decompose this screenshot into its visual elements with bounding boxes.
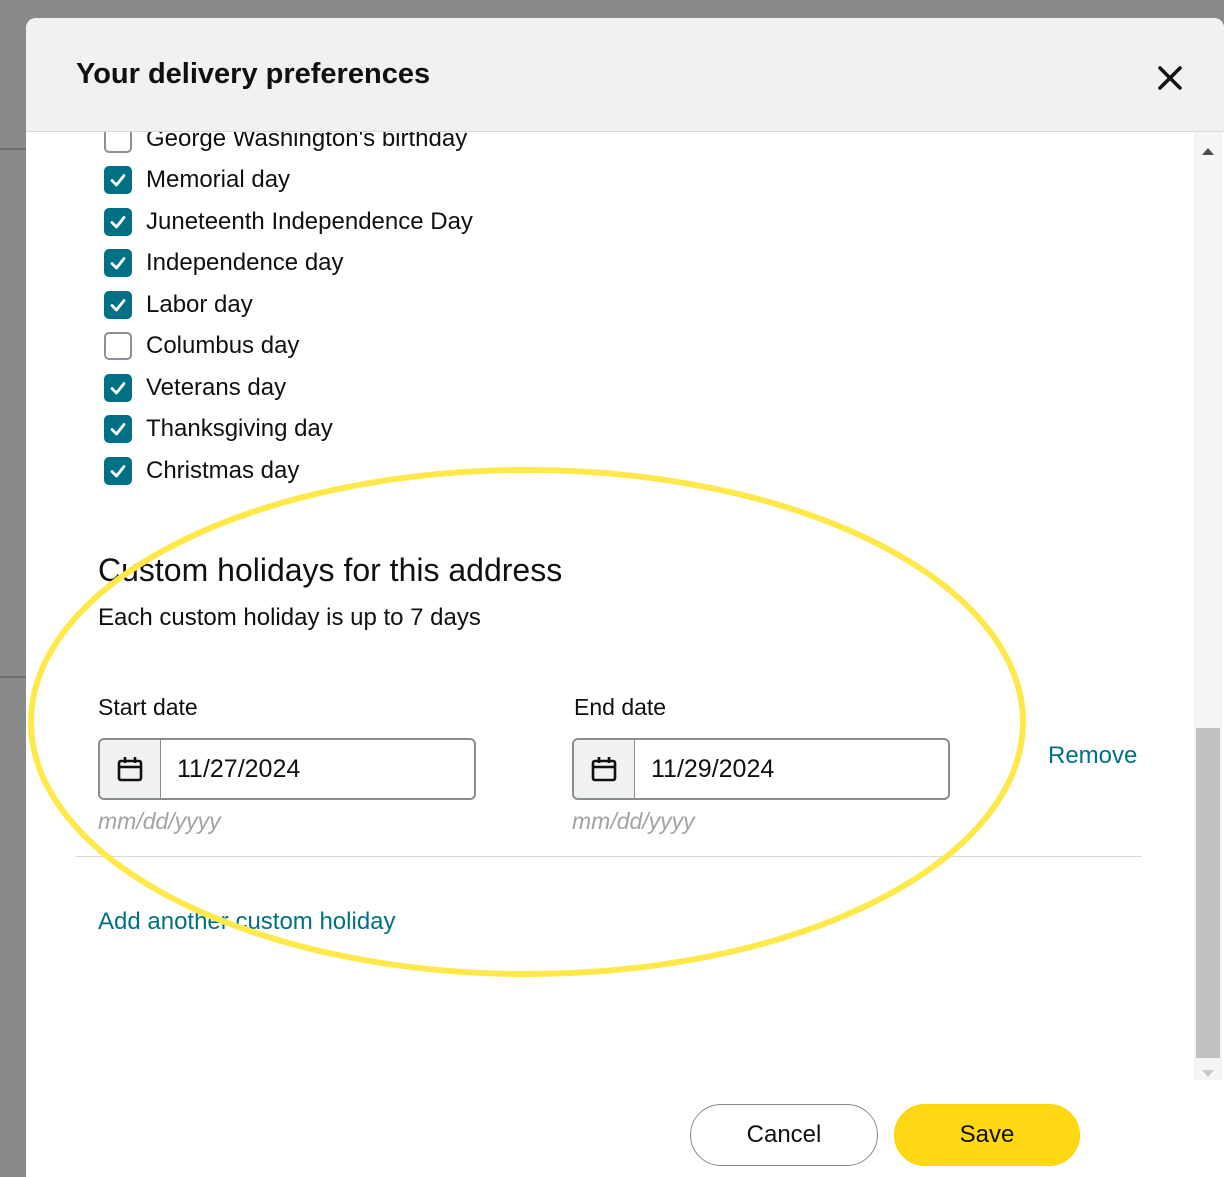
modal-scroll-content: George Washington's birthday Memorial day…	[26, 132, 1194, 1080]
end-date-hint: mm/dd/yyyy	[572, 808, 695, 834]
holiday-checkbox[interactable]	[104, 415, 132, 444]
save-button[interactable]: Save	[894, 1104, 1080, 1166]
holiday-item[interactable]: George Washington's birthday	[104, 132, 473, 160]
modal-scrollbar[interactable]	[1194, 132, 1222, 1080]
holiday-label: Columbus day	[146, 332, 300, 360]
calendar-icon	[591, 757, 617, 782]
end-date-label: End date	[574, 694, 667, 720]
holiday-label: Labor day	[146, 290, 253, 318]
holiday-label: Memorial day	[146, 166, 291, 194]
start-date-calendar-button[interactable]	[100, 740, 161, 798]
checkmark-icon	[110, 174, 126, 187]
section-divider	[76, 856, 1142, 857]
holiday-label: Independence day	[146, 249, 344, 277]
backdrop-divider	[0, 148, 26, 150]
checkmark-icon	[110, 464, 126, 478]
holiday-item[interactable]: Memorial day	[104, 160, 473, 202]
holiday-checkbox[interactable]	[104, 207, 132, 236]
checkmark-icon	[110, 215, 126, 229]
holiday-item[interactable]: Columbus day	[104, 326, 473, 368]
custom-holidays-subtitle: Each custom holiday is up to 7 days	[98, 604, 481, 631]
remove-custom-holiday-link[interactable]: Remove	[1048, 742, 1137, 770]
end-date-value[interactable]: 11/29/2024	[635, 740, 774, 798]
modal-footer: Cancel Save	[26, 1080, 1224, 1177]
scroll-down-arrow-icon[interactable]	[1202, 1070, 1214, 1077]
calendar-icon	[117, 757, 143, 782]
start-date-hint: mm/dd/yyyy	[98, 808, 221, 834]
holiday-item[interactable]: Juneteenth Independence Day	[104, 201, 473, 243]
close-button[interactable]	[1152, 60, 1188, 96]
modal-title: Your delivery preferences	[76, 58, 431, 90]
holiday-checkbox[interactable]	[104, 132, 132, 153]
checkmark-icon	[110, 257, 126, 270]
start-date-value[interactable]: 11/27/2024	[161, 740, 300, 798]
scroll-up-arrow-icon[interactable]	[1202, 148, 1214, 155]
end-date-calendar-button[interactable]	[574, 740, 635, 798]
custom-holidays-title: Custom holidays for this address	[98, 552, 563, 588]
holiday-label: George Washington's birthday	[146, 132, 468, 152]
holiday-checkbox[interactable]	[104, 456, 132, 485]
modal-header: Your delivery preferences	[26, 18, 1224, 132]
holiday-item[interactable]: Labor day	[104, 284, 473, 326]
checkmark-icon	[110, 381, 126, 395]
delivery-preferences-modal: Your delivery preferences George Washing…	[26, 18, 1224, 1177]
end-date-field[interactable]: 11/29/2024	[572, 738, 950, 800]
holiday-item[interactable]: Thanksgiving day	[104, 409, 473, 451]
holiday-checkbox[interactable]	[104, 290, 132, 319]
close-icon	[1158, 66, 1182, 90]
holiday-list: George Washington's birthday Memorial day…	[104, 132, 473, 492]
checkmark-icon	[110, 423, 126, 436]
holiday-checkbox[interactable]	[104, 166, 132, 195]
holiday-checkbox[interactable]	[104, 332, 132, 361]
holiday-label: Christmas day	[146, 456, 300, 484]
holiday-label: Thanksgiving day	[146, 415, 333, 443]
start-date-field[interactable]: 11/27/2024	[98, 738, 476, 800]
holiday-label: Juneteenth Independence Day	[146, 207, 473, 235]
holiday-checkbox[interactable]	[104, 373, 132, 402]
checkmark-icon	[110, 298, 126, 312]
holiday-item[interactable]: Veterans day	[104, 367, 473, 409]
start-date-label: Start date	[98, 694, 198, 720]
holiday-checkbox[interactable]	[104, 249, 132, 278]
scrollbar-thumb[interactable]	[1196, 728, 1220, 1058]
holiday-label: Veterans day	[146, 373, 287, 401]
cancel-button[interactable]: Cancel	[690, 1104, 878, 1166]
holiday-item[interactable]: Independence day	[104, 243, 473, 285]
add-custom-holiday-link[interactable]: Add another custom holiday	[98, 908, 396, 936]
backdrop-divider	[0, 676, 26, 678]
holiday-item[interactable]: Christmas day	[104, 450, 473, 492]
